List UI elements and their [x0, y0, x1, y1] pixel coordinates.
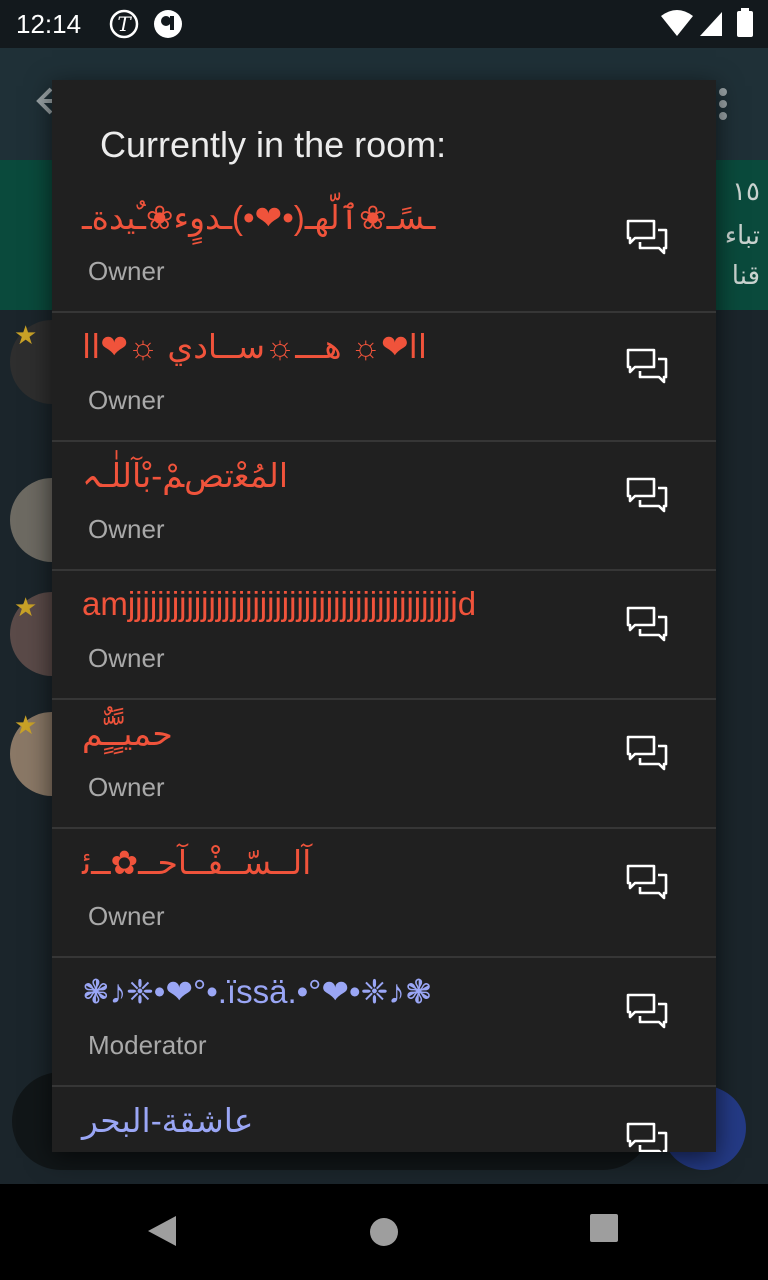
- nav-recents-icon[interactable]: [590, 1214, 618, 1242]
- clock: 12:14: [16, 9, 82, 39]
- member-role: Owner: [88, 514, 165, 544]
- member-role: Owner: [88, 256, 165, 286]
- member-name: اﻟﻤُﻌْتصﻢْ-بْآللٰـہ: [82, 457, 289, 494]
- nav-back-icon[interactable]: [146, 1214, 178, 1248]
- banner-text-3: قنا: [731, 260, 760, 290]
- shield-app-icon: [154, 10, 182, 38]
- status-bar: 12:14 T: [0, 0, 768, 48]
- svg-text:T: T: [117, 12, 132, 36]
- chat-bubbles-icon[interactable]: [626, 218, 668, 258]
- dialog-title: Currently in the room:: [100, 124, 447, 165]
- battery-icon: [737, 8, 753, 37]
- signal-icon: [700, 12, 722, 36]
- member-name: آلــسّــفْــآحــ✿ــﺋ: [82, 844, 312, 881]
- star-icon: ★: [14, 320, 38, 350]
- member-role: Owner: [88, 385, 165, 415]
- list-item[interactable]: اا❤☼ هـــ☼ســادي ☼❤اا Owner: [52, 313, 716, 442]
- wifi-icon: [661, 10, 693, 36]
- banner-text-1: ١٥: [732, 176, 760, 206]
- member-name: اا❤☼ هـــ☼ســادي ☼❤اا: [82, 328, 428, 365]
- list-item[interactable]: عاشقة-البحر: [52, 1087, 716, 1152]
- star-icon: ★: [14, 592, 38, 622]
- chat-bubbles-icon[interactable]: [626, 347, 668, 387]
- chat-bubbles-icon[interactable]: [626, 734, 668, 774]
- list-item[interactable]: amjjjjjjjjjjjjjjjjjjjjjjjjjjjjjjjjjjjjjj…: [52, 571, 716, 700]
- member-name: ـسًـ❀ٱلّهـ(•❤•)ـدوٍء❀ـٌيدةـ: [82, 199, 436, 236]
- t-circle-icon: T: [109, 9, 139, 39]
- chat-bubbles-icon[interactable]: [626, 476, 668, 516]
- list-item[interactable]: حميـًٍّـٌٍّم Owner: [52, 700, 716, 829]
- nav-home-icon[interactable]: [369, 1217, 399, 1247]
- member-name: ❃♪❈•❤°•.ïssä.•°❤•❈♪❃: [82, 973, 433, 1010]
- banner-text-2: تباء: [724, 220, 760, 250]
- member-name: amjjjjjjjjjjjjjjjjjjjjjjjjjjjjjjjjjjjjjj…: [82, 585, 477, 622]
- more-options-icon: [719, 88, 727, 120]
- member-name: عاشقة-البحر: [82, 1102, 254, 1139]
- chat-bubbles-icon[interactable]: [626, 1121, 668, 1152]
- member-role: Owner: [88, 643, 165, 673]
- list-item[interactable]: ❃♪❈•❤°•.ïssä.•°❤•❈♪❃ Moderator: [52, 958, 716, 1087]
- star-icon: ★: [14, 710, 38, 740]
- list-item[interactable]: آلــسّــفْــآحــ✿ــﺋ Owner: [52, 829, 716, 958]
- list-item[interactable]: ـسًـ❀ٱلّهـ(•❤•)ـدوٍء❀ـٌيدةـ Owner: [52, 184, 716, 313]
- member-role: Owner: [88, 772, 165, 802]
- chat-bubbles-icon[interactable]: [626, 605, 668, 645]
- member-name: حميـًٍّـٌٍّم: [82, 715, 173, 752]
- member-role: Moderator: [88, 1030, 207, 1060]
- room-members-dialog: Currently in the room: ـسًـ❀ٱلّهـ(•❤•)ـد…: [52, 80, 716, 1152]
- members-list: ـسًـ❀ٱلّهـ(•❤•)ـدوٍء❀ـٌيدةـ Owner اا❤☼ ه…: [52, 184, 716, 1152]
- list-item[interactable]: اﻟﻤُﻌْتصﻢْ-بْآللٰـہ Owner: [52, 442, 716, 571]
- member-role: Owner: [88, 901, 165, 931]
- chat-bubbles-icon[interactable]: [626, 863, 668, 903]
- chat-bubbles-icon[interactable]: [626, 992, 668, 1032]
